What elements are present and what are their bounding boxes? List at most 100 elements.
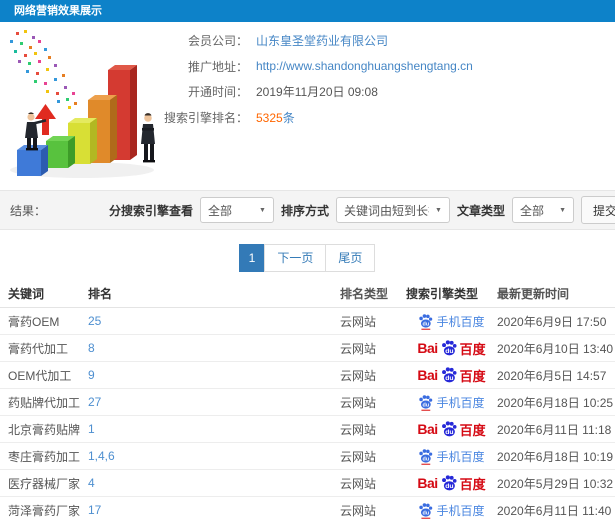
- info-row-company: 会员公司： 山东皇圣堂药业有限公司: [126, 28, 473, 54]
- company-label: 会员公司：: [187, 34, 248, 49]
- article-type-select[interactable]: 全部 ▼: [512, 197, 574, 223]
- engine-filter-select[interactable]: 全部 ▼: [199, 197, 274, 223]
- pagination-last-button[interactable]: 尾页: [325, 244, 376, 272]
- baidu-paw-icon: du: [419, 502, 433, 519]
- rank-type-cell: 云网站: [340, 395, 377, 410]
- promo-url-link[interactable]: http://www.shandonghuangshengtang.cn: [256, 59, 473, 73]
- bar-green: [46, 136, 75, 168]
- mobile-baidu-label: 手机百度: [436, 503, 485, 518]
- table-header-row: 关键词 排名 排名类型 搜索引擎类型 最新更新时间: [0, 280, 615, 308]
- keyword-cell: 膏药OEM: [8, 314, 60, 329]
- svg-text:du: du: [445, 348, 453, 355]
- baidu-paw-icon: du: [441, 339, 457, 355]
- info-row-rank-count: 搜索引擎排名： 5325条: [126, 105, 473, 131]
- updated-time-cell: 2020年6月11日 11:40: [497, 503, 612, 518]
- mobile-baidu-logo: du 手机百度: [406, 502, 497, 519]
- result-label: 结果：: [10, 203, 47, 218]
- pagination: 1 下一页 尾页: [0, 244, 615, 272]
- rank-link[interactable]: 27: [88, 395, 340, 409]
- table-row: 药贴牌代加工 27 云网站 du 手机百度 2020年6月18日 10:25: [0, 389, 615, 416]
- table-row: 膏药代加工 8 云网站 Bai du 百度 2020年6月10日 13:40: [0, 335, 615, 362]
- column-header: 关键词: [8, 287, 45, 301]
- rank-link[interactable]: 4: [88, 476, 340, 490]
- baidu-logo-cn-text: 百度: [459, 341, 486, 357]
- rank-link[interactable]: 1,4,6: [88, 449, 340, 463]
- baidu-paw-icon: du: [441, 366, 457, 382]
- column-header: 最新更新时间: [497, 287, 570, 301]
- rank-link[interactable]: 1: [88, 422, 340, 436]
- mobile-baidu-logo: du 手机百度: [406, 394, 497, 411]
- confetti-dots: [10, 30, 77, 109]
- rank-type-cell: 云网站: [340, 341, 377, 356]
- baidu-logo-bai-text: Bai: [417, 421, 438, 437]
- baidu-paw-icon: du: [441, 420, 457, 436]
- updated-time-cell: 2020年6月18日 10:25: [497, 395, 614, 410]
- baidu-pc-logo: Bai du 百度: [406, 420, 497, 439]
- rank-count-suffix: 条: [282, 110, 295, 125]
- rank-type-cell: 云网站: [340, 368, 377, 383]
- table-row: 菏泽膏药厂家 17 云网站 du 手机百度 2020年6月11日 11:40: [0, 497, 615, 520]
- chevron-down-icon: ▼: [559, 206, 566, 214]
- rank-link[interactable]: 8: [88, 341, 340, 355]
- open-time-value: 2019年11月20日 09:08: [256, 85, 378, 100]
- pagination-current-page[interactable]: 1: [238, 244, 266, 272]
- rank-link[interactable]: 25: [88, 314, 340, 328]
- svg-text:du: du: [445, 429, 453, 436]
- rank-type-cell: 云网站: [340, 503, 377, 518]
- updated-time-cell: 2020年5月29日 10:32: [497, 476, 614, 491]
- pagination-next-button[interactable]: 下一页: [264, 244, 327, 272]
- company-link[interactable]: 山东皇圣堂药业有限公司: [256, 32, 388, 49]
- info-fields: 会员公司： 山东皇圣堂药业有限公司 推广地址： http://www.shand…: [126, 28, 473, 130]
- updated-time-cell: 2020年6月18日 10:19: [497, 449, 614, 464]
- open-time-label: 开通时间：: [187, 85, 248, 100]
- promo-url-label: 推广地址：: [187, 59, 248, 74]
- keyword-cell: 膏药代加工: [8, 341, 69, 356]
- rank-link[interactable]: 9: [88, 368, 340, 382]
- baidu-logo-cn-text: 百度: [459, 368, 486, 384]
- baidu-pc-logo: Bai du 百度: [406, 474, 497, 493]
- rank-type-cell: 云网站: [340, 449, 377, 464]
- table-row: 医疗器械厂家 4 云网站 Bai du 百度 2020年5月29日 10:32: [0, 470, 615, 497]
- page: 网络营销效果展示 会员公司： 山东皇圣堂药业有限公司 推广地址： http://…: [0, 0, 615, 520]
- baidu-paw-icon: du: [441, 474, 457, 490]
- engine-filter-label: 分搜索引擎查看: [108, 203, 193, 218]
- updated-time-cell: 2020年6月5日 14:57: [497, 368, 607, 383]
- mobile-baidu-logo: du 手机百度: [406, 448, 497, 465]
- engine-filter-value: 全部: [207, 203, 232, 218]
- svg-text:du: du: [423, 321, 430, 327]
- article-type-value: 全部: [520, 203, 545, 218]
- baidu-paw-icon: du: [419, 448, 433, 465]
- chevron-down-icon: ▼: [435, 206, 442, 214]
- baidu-pc-logo: Bai du 百度: [406, 366, 497, 385]
- keyword-cell: 药贴牌代加工: [8, 395, 81, 410]
- svg-text:du: du: [445, 483, 453, 490]
- results-table: 关键词 排名 排名类型 搜索引擎类型 最新更新时间 膏药OEM 25 云网站 du 手机百度 20…: [0, 280, 615, 520]
- mobile-baidu-logo: du 手机百度: [406, 313, 497, 330]
- chevron-down-icon: ▼: [259, 206, 266, 214]
- baidu-pc-logo: Bai du 百度: [406, 339, 497, 358]
- column-header: 搜索引擎类型: [406, 287, 479, 301]
- rank-count-number: 5325: [256, 110, 283, 125]
- mobile-baidu-label: 手机百度: [436, 395, 485, 410]
- keyword-cell: 菏泽膏药厂家: [8, 503, 81, 518]
- titlebar: 网络营销效果展示: [0, 0, 615, 22]
- info-section: 会员公司： 山东皇圣堂药业有限公司 推广地址： http://www.shand…: [0, 22, 615, 190]
- rank-type-cell: 云网站: [340, 422, 377, 437]
- table-row: 膏药OEM 25 云网站 du 手机百度 2020年6月9日 17:50: [0, 308, 615, 335]
- baidu-logo-bai-text: Bai: [417, 475, 438, 491]
- svg-text:du: du: [423, 402, 430, 408]
- column-header: 排名类型: [340, 287, 389, 301]
- submit-button[interactable]: 提交: [581, 196, 615, 224]
- rank-link[interactable]: 17: [88, 503, 340, 517]
- table-body: 膏药OEM 25 云网站 du 手机百度 2020年6月9日 17:50 膏药代加工 8 云网站…: [0, 308, 615, 520]
- updated-time-cell: 2020年6月11日 11:18: [497, 422, 612, 437]
- rank-count-label: 搜索引擎排名：: [163, 110, 248, 125]
- keyword-cell: 枣庄膏药加工: [8, 449, 81, 464]
- rank-count-value[interactable]: 5325条: [256, 109, 295, 126]
- rank-type-cell: 云网站: [340, 476, 377, 491]
- rank-type-cell: 云网站: [340, 314, 377, 329]
- baidu-logo-bai-text: Bai: [417, 340, 438, 356]
- filter-controls: 分搜索引擎查看 全部 ▼ 排序方式 关键词由短到长排序 ▼ 文章类型 全部 ▼ …: [109, 196, 615, 224]
- sort-select[interactable]: 关键词由短到长排序 ▼: [335, 197, 450, 223]
- keyword-cell: 医疗器械厂家: [8, 476, 81, 491]
